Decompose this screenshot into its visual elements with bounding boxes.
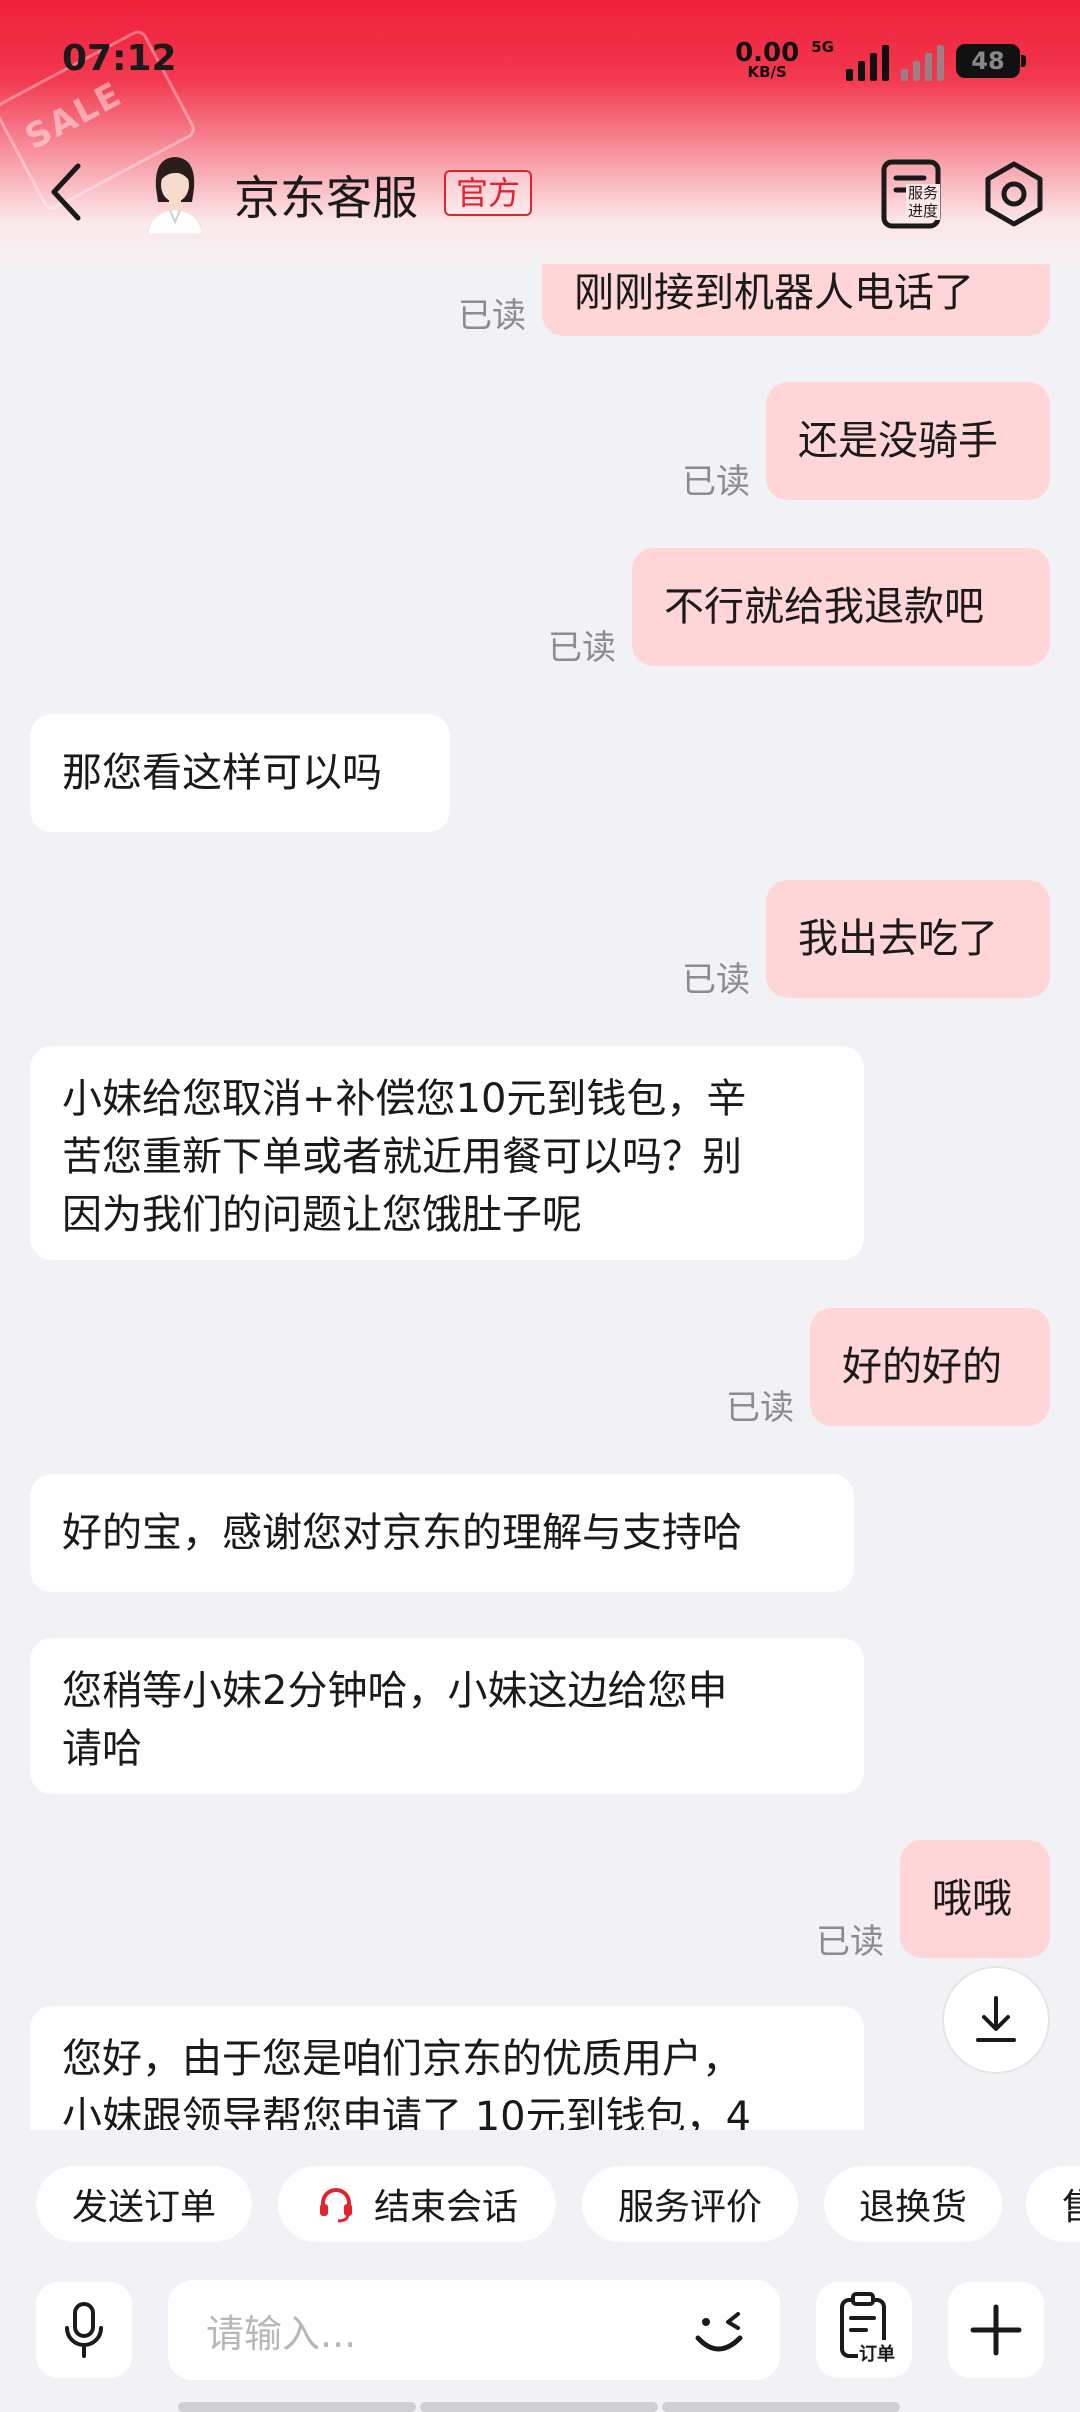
home-indicator-segment (178, 2402, 416, 2412)
signal-secondary-icon (901, 41, 944, 81)
battery-level: 48 (971, 47, 1005, 75)
message-incoming[interactable]: 好的宝，感谢您对京东的理解与支持哈 (30, 1474, 854, 1592)
after-sales-chip[interactable]: 售 (1026, 2166, 1080, 2242)
home-indicator-segment (662, 2402, 900, 2412)
status-time: 07:12 (62, 38, 177, 79)
service-progress-button[interactable]: 服务 进度 (880, 158, 950, 230)
read-receipt: 已读 (726, 1388, 794, 1428)
voice-input-button[interactable] (36, 2282, 132, 2378)
message-text: 好的好的 (842, 1344, 1002, 1390)
settings-button[interactable] (982, 160, 1046, 228)
message-text-line: 请哈 (62, 1726, 142, 1772)
network-speed: 0.00 KB/S (735, 40, 799, 80)
settings-hexagon-icon (985, 161, 1043, 227)
message-outgoing[interactable]: 不行就给我退款吧 (632, 548, 1050, 666)
message-incoming[interactable]: 您好，由于您是咱们京东的优质用户， 小妹跟领导帮您申请了 10元到钱包，4 (30, 2006, 864, 2130)
message-text: 刚刚接到机器人电话了 (574, 270, 974, 316)
home-indicator-segment (420, 2402, 658, 2412)
message-text: 那您看这样可以吗 (62, 750, 382, 796)
microphone-icon (65, 2302, 103, 2358)
read-receipt: 已读 (682, 960, 750, 1000)
send-order-chip[interactable]: 发送订单 (36, 2166, 252, 2242)
message-incoming[interactable]: 您稍等小妹2分钟哈，小妹这边给您申 请哈 (30, 1638, 864, 1794)
order-button-label: 订单 (858, 2340, 896, 2366)
plus-icon (970, 2304, 1022, 2356)
back-button[interactable] (44, 160, 88, 224)
service-progress-label: 服务 进度 (906, 184, 941, 220)
message-text: 还是没骑手 (798, 418, 998, 464)
message-input-placeholder: 请输入... (206, 2311, 357, 2356)
message-text-line: 您稍等小妹2分钟哈，小妹这边给您申 (62, 1668, 728, 1714)
read-receipt: 已读 (682, 462, 750, 502)
chip-label: 发送订单 (71, 2187, 216, 2228)
message-text: 哦哦 (932, 1876, 1012, 1922)
chevron-left-icon (51, 163, 81, 221)
end-session-chip[interactable]: 结束会话 (278, 2166, 556, 2242)
avatar-illustration (147, 157, 203, 234)
network-type: 5G (811, 38, 834, 56)
chip-label: 结束会话 (373, 2187, 518, 2228)
message-incoming[interactable]: 小妹给您取消+补偿您10元到钱包，辛 苦您重新下单或者就近用餐可以吗？别 因为我… (30, 1046, 864, 1260)
official-badge: 官方 (444, 170, 533, 216)
emoji-button[interactable] (684, 2296, 756, 2368)
quick-actions-bar[interactable]: 发送订单 结束会话 服务评价 退换货 售 (0, 2132, 1080, 2272)
battery-icon: 48 (956, 44, 1026, 78)
message-text-line: 因为我们的问题让您饿肚子呢 (62, 1192, 582, 1238)
signal-icon (846, 41, 889, 81)
read-receipt: 已读 (816, 1922, 884, 1962)
scroll-to-bottom-button[interactable] (942, 1966, 1050, 2074)
status-icons: 0.00 KB/S 5G 48 (735, 38, 1026, 84)
chip-label: 服务评价 (617, 2187, 762, 2228)
chip-label: 退换货 (858, 2187, 967, 2228)
message-text: 我出去吃了 (798, 916, 998, 962)
chip-label: 售 (1062, 2178, 1080, 2230)
message-outgoing[interactable]: 哦哦 (900, 1840, 1050, 1958)
read-receipt: 已读 (458, 296, 526, 336)
agent-avatar[interactable] (142, 152, 208, 234)
headset-icon (319, 2188, 352, 2223)
page-title: 京东客服 (234, 171, 418, 225)
message-outgoing[interactable]: 好的好的 (810, 1308, 1050, 1426)
download-arrow-icon (976, 1996, 1016, 2042)
message-list[interactable]: 已读 刚刚接到机器人电话了 已读 还是没骑手 已读 不行就给我退款吧 那您看这样… (0, 264, 1080, 2130)
message-outgoing[interactable]: 还是没骑手 (766, 382, 1050, 500)
message-text: 好的宝，感谢您对京东的理解与支持哈 (62, 1510, 742, 1556)
chat-header: SALE 07:12 0.00 KB/S 5G 48 京东客服 官方 服务 进度 (0, 0, 1080, 268)
message-text-line: 小妹给您取消+补偿您10元到钱包，辛 (62, 1076, 747, 1122)
message-text: 不行就给我退款吧 (664, 584, 984, 630)
message-text-line: 苦您重新下单或者就近用餐可以吗？别 (62, 1134, 742, 1180)
wink-emoji-icon (695, 2312, 743, 2352)
order-button[interactable]: 订单 (816, 2282, 912, 2378)
return-exchange-chip[interactable]: 退换货 (824, 2166, 1002, 2242)
message-text-line: 您好，由于您是咱们京东的优质用户， (62, 2036, 742, 2082)
service-rating-chip[interactable]: 服务评价 (582, 2166, 798, 2242)
message-outgoing[interactable]: 我出去吃了 (766, 880, 1050, 998)
message-text-line: 小妹跟领导帮您申请了 10元到钱包，4 (62, 2094, 752, 2130)
read-receipt: 已读 (548, 628, 616, 668)
more-actions-button[interactable] (948, 2282, 1044, 2378)
message-outgoing[interactable]: 刚刚接到机器人电话了 (542, 264, 1050, 336)
message-incoming[interactable]: 那您看这样可以吗 (30, 714, 450, 832)
